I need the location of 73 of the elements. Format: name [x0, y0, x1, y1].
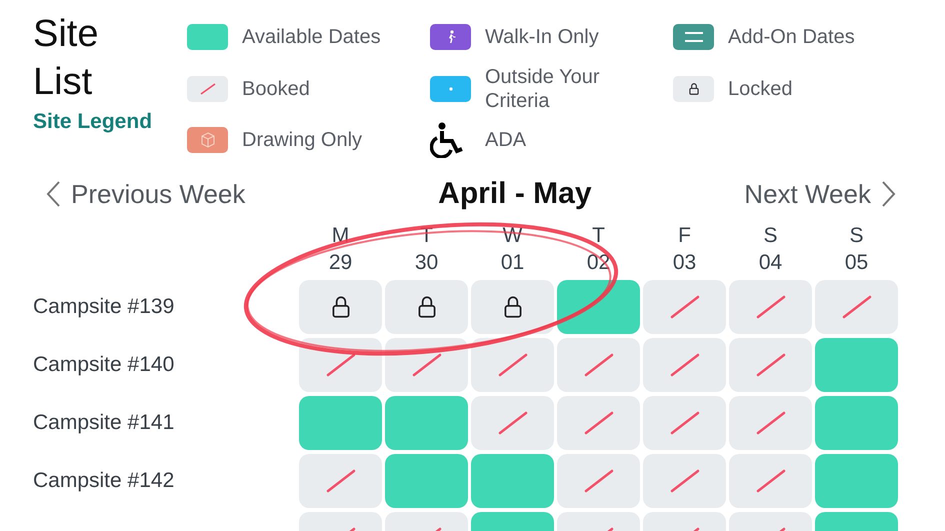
available-cell[interactable] [815, 454, 898, 508]
available-cell[interactable] [385, 396, 468, 450]
booked-cell[interactable] [729, 396, 812, 450]
available-cell[interactable] [815, 396, 898, 450]
legend-label: Add-On Dates [728, 25, 856, 49]
available-cell[interactable] [299, 396, 382, 450]
booked-cell[interactable] [815, 280, 898, 334]
site-name: Campsite #139 [33, 294, 176, 320]
booked-cell[interactable] [471, 338, 554, 392]
legend-label: Drawing Only [242, 128, 364, 152]
day-header: S 05 [844, 223, 870, 276]
lines-icon [673, 24, 714, 50]
booked-cell[interactable] [557, 396, 640, 450]
slash-icon [670, 295, 700, 319]
locked-cell[interactable] [471, 280, 554, 334]
available-cell[interactable] [557, 280, 640, 334]
locked-cell[interactable] [299, 280, 382, 334]
booked-cell[interactable] [643, 338, 726, 392]
chevron-right-icon [880, 180, 897, 208]
booked-cell[interactable] [729, 454, 812, 508]
page-title: Site List [33, 12, 100, 105]
site-name: Campsite #142 [33, 468, 176, 494]
month-title: April - May [438, 177, 592, 211]
slash-icon [498, 353, 528, 377]
legend-label: Locked [728, 77, 794, 101]
legend-label: Booked [242, 77, 311, 101]
walker-icon [430, 24, 471, 50]
booked-cell[interactable] [299, 454, 382, 508]
available-cell[interactable] [815, 338, 898, 392]
slash-icon [326, 353, 356, 377]
booked-cell[interactable] [643, 454, 726, 508]
booked-cell[interactable] [557, 454, 640, 508]
slash-icon [842, 295, 872, 319]
slash-icon [584, 353, 614, 377]
slash-icon [756, 353, 786, 377]
booked-cell[interactable] [557, 338, 640, 392]
slash-icon [412, 353, 442, 377]
previous-week-link[interactable]: Previous Week [45, 178, 246, 210]
available-swatch [187, 24, 228, 50]
slash-icon [756, 469, 786, 493]
slash-icon [584, 469, 614, 493]
lock-icon [673, 76, 714, 102]
slash-icon [670, 353, 700, 377]
available-cell[interactable] [385, 454, 468, 508]
booked-cell[interactable] [643, 396, 726, 450]
box-icon [187, 127, 228, 153]
site-name: Campsite #140 [33, 352, 176, 378]
day-header: F 03 [672, 223, 698, 276]
site-name: Campsite #141 [33, 410, 176, 436]
slash-icon [584, 411, 614, 435]
next-week-link[interactable]: Next Week [744, 178, 897, 210]
available-cell[interactable] [471, 454, 554, 508]
booked-swatch [187, 76, 228, 102]
legend-label: Outside Your Criteria [485, 65, 601, 113]
booked-cell[interactable] [385, 338, 468, 392]
booked-cell[interactable] [729, 338, 812, 392]
slash-icon [498, 411, 528, 435]
slash-icon [670, 469, 700, 493]
booked-cell[interactable] [471, 396, 554, 450]
legend-label: Walk-In Only [485, 25, 600, 49]
site-legend-link[interactable]: Site Legend [33, 110, 187, 134]
slash-icon [326, 469, 356, 493]
booked-cell[interactable] [643, 280, 726, 334]
locked-cell[interactable] [385, 280, 468, 334]
slash-icon [756, 411, 786, 435]
legend-label: Available Dates [242, 25, 382, 49]
day-header: M 29 [328, 223, 354, 276]
legend-label: ADA [485, 128, 528, 152]
chevron-left-icon [45, 180, 61, 208]
slash-icon [670, 411, 700, 435]
day-header: S 04 [758, 223, 784, 276]
slash-icon [756, 295, 786, 319]
booked-cell[interactable] [729, 280, 812, 334]
